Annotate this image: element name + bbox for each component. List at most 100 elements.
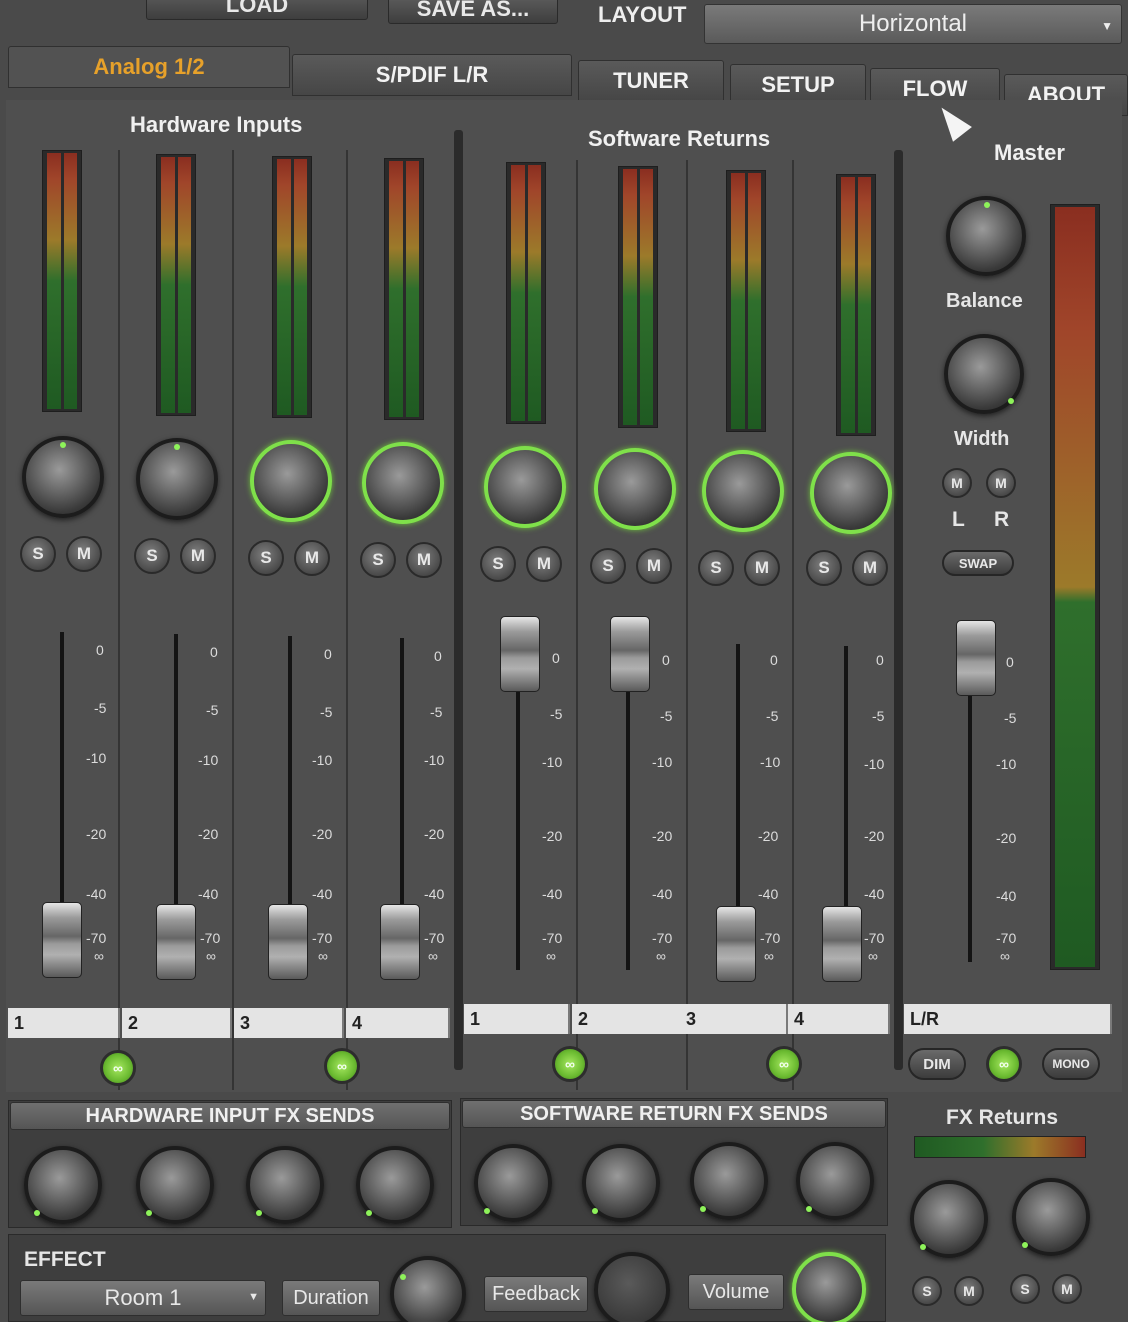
volume-fader[interactable] (156, 904, 196, 980)
mono-button[interactable]: MONO (1042, 1048, 1100, 1080)
scale-label: ∞ (94, 948, 104, 964)
pan-knob[interactable] (810, 452, 892, 534)
fx-send-knob[interactable] (246, 1146, 324, 1224)
software-returns-title: Software Returns (588, 126, 771, 151)
dim-button[interactable]: DIM (908, 1048, 966, 1080)
right-label: R (994, 508, 1010, 531)
channel-name[interactable]: 3 (234, 1008, 344, 1038)
tab-tuner[interactable]: TUNER (578, 60, 724, 102)
mute-button[interactable]: M (406, 542, 442, 578)
scale-label: -70 (864, 930, 885, 946)
feedback-knob[interactable] (594, 1252, 670, 1322)
volume-fader[interactable] (716, 906, 756, 982)
master-name[interactable]: L/R (904, 1004, 1112, 1034)
level-meter (156, 154, 196, 416)
volume-fader[interactable] (380, 904, 420, 980)
solo-button[interactable]: S (20, 536, 56, 572)
volume-fader[interactable] (610, 616, 650, 692)
scale-label: -5 (206, 702, 219, 718)
stereo-link-button[interactable]: ∞ (552, 1046, 588, 1082)
width-knob[interactable] (944, 334, 1024, 414)
volume-knob[interactable] (792, 1252, 866, 1322)
tab-spdif[interactable]: S/PDIF L/R (292, 54, 572, 96)
pan-knob[interactable] (250, 440, 332, 522)
channel-name[interactable]: 1 (464, 1004, 570, 1034)
mute-button[interactable]: M (180, 538, 216, 574)
scale-label: -20 (86, 826, 107, 842)
fx-send-knob[interactable] (796, 1142, 874, 1220)
pan-knob[interactable] (136, 438, 218, 520)
channel-name[interactable]: 2 (122, 1008, 232, 1038)
master-level-meter (1050, 204, 1100, 970)
mute-button[interactable]: M (954, 1276, 984, 1306)
scale-label: -10 (864, 756, 885, 772)
scale-label: -70 (424, 930, 445, 946)
level-meter (618, 166, 658, 428)
scale-label: -70 (760, 930, 781, 946)
volume-fader[interactable] (268, 904, 308, 980)
solo-button[interactable]: S (806, 550, 842, 586)
mute-button[interactable]: M (294, 540, 330, 576)
layout-label: LAYOUT (598, 2, 687, 27)
mute-button[interactable]: M (852, 550, 888, 586)
solo-button[interactable]: S (480, 546, 516, 582)
solo-button[interactable]: S (1010, 1274, 1040, 1304)
mute-button[interactable]: M (636, 548, 672, 584)
balance-label: Balance (946, 290, 1023, 312)
fx-send-knob[interactable] (356, 1146, 434, 1224)
load-button[interactable]: LOAD (146, 0, 368, 20)
solo-button[interactable]: S (912, 1276, 942, 1306)
solo-button[interactable]: S (698, 550, 734, 586)
mute-left-button[interactable]: M (942, 468, 972, 498)
stereo-link-button[interactable]: ∞ (324, 1048, 360, 1084)
fx-send-knob[interactable] (24, 1146, 102, 1224)
stereo-link-button[interactable]: ∞ (766, 1046, 802, 1082)
fx-send-knob[interactable] (690, 1142, 768, 1220)
mute-right-button[interactable]: M (986, 468, 1016, 498)
volume-fader[interactable] (42, 902, 82, 978)
pan-knob[interactable] (594, 448, 676, 530)
solo-button[interactable]: S (590, 548, 626, 584)
volume-fader[interactable] (822, 906, 862, 982)
save-as-button[interactable]: SAVE AS... (388, 0, 558, 24)
tab-analog-1-2[interactable]: Analog 1/2 (8, 46, 290, 88)
mute-button[interactable]: M (1052, 1274, 1082, 1304)
swap-button[interactable]: SWAP (942, 550, 1014, 576)
pan-knob[interactable] (22, 436, 104, 518)
effect-select[interactable]: Room 1 ▼ (20, 1280, 266, 1316)
master-volume-fader[interactable] (956, 620, 996, 696)
solo-button[interactable]: S (248, 540, 284, 576)
scale-label: -70 (652, 930, 673, 946)
section-separator (894, 150, 903, 1070)
duration-knob[interactable] (390, 1256, 466, 1322)
channel-name[interactable]: 2 (572, 1004, 682, 1034)
pan-knob[interactable] (362, 442, 444, 524)
mute-button[interactable]: M (744, 550, 780, 586)
channel-name[interactable]: 3 (680, 1004, 788, 1034)
balance-knob[interactable] (946, 196, 1026, 276)
channel-name[interactable]: 4 (346, 1008, 450, 1038)
volume-label: Volume (688, 1274, 784, 1310)
mute-button[interactable]: M (66, 536, 102, 572)
layout-select[interactable]: Horizontal ▼ (704, 4, 1122, 44)
pan-knob[interactable] (702, 450, 784, 532)
mute-button[interactable]: M (526, 546, 562, 582)
solo-button[interactable]: S (360, 542, 396, 578)
level-meter (42, 150, 82, 412)
channel-name[interactable]: 1 (8, 1008, 120, 1038)
fx-return-knob[interactable] (1012, 1178, 1090, 1256)
solo-button[interactable]: S (134, 538, 170, 574)
chevron-down-icon: ▼ (1101, 19, 1113, 33)
volume-fader[interactable] (500, 616, 540, 692)
channel-name[interactable]: 4 (788, 1004, 890, 1034)
scale-label: -20 (996, 830, 1017, 846)
scale-label: 0 (96, 642, 104, 658)
scale-label: ∞ (1000, 948, 1010, 964)
fx-send-knob[interactable] (582, 1144, 660, 1222)
fx-return-knob[interactable] (910, 1180, 988, 1258)
fx-send-knob[interactable] (136, 1146, 214, 1224)
master-link-button[interactable]: ∞ (986, 1046, 1022, 1082)
pan-knob[interactable] (484, 446, 566, 528)
fx-send-knob[interactable] (474, 1144, 552, 1222)
stereo-link-button[interactable]: ∞ (100, 1050, 136, 1086)
